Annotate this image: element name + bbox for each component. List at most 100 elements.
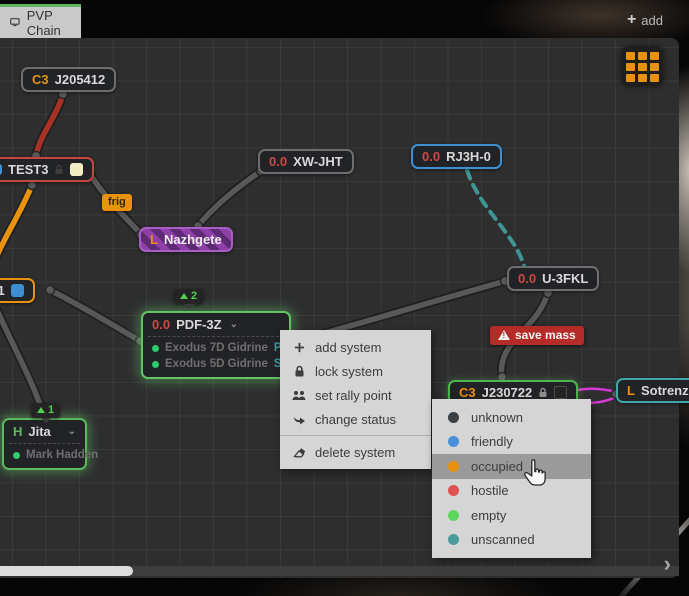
menu-item-label: delete system — [315, 445, 395, 460]
menu-item-change-status[interactable]: change status — [280, 407, 431, 431]
system-class: C3 — [32, 72, 49, 87]
system-node-j205412[interactable]: C3 J205412 — [21, 67, 116, 92]
security-status: 0.0 — [152, 317, 170, 332]
warning-icon — [498, 330, 510, 340]
system-class: H — [13, 424, 22, 439]
menu-divider — [280, 435, 431, 436]
system-name: TEST3 — [8, 162, 48, 177]
status-dot-icon — [448, 461, 459, 472]
system-node-u-3fkl[interactable]: 0.0 U-3FKL — [507, 266, 599, 291]
system-name: 801 — [0, 283, 5, 298]
save-mass-label: save mass — [515, 328, 576, 342]
monitor-icon — [10, 16, 20, 29]
plus-icon: + — [627, 11, 636, 29]
chevron-down-icon[interactable]: ⌄ — [230, 319, 238, 330]
system-name: PDF-3Z — [176, 317, 222, 332]
status-dot-icon — [448, 436, 459, 447]
security-status: 0.0 — [518, 271, 536, 286]
system-name: Sotrenz — [641, 383, 689, 398]
lock-icon — [538, 387, 548, 398]
add-map-button[interactable]: + add — [627, 11, 663, 29]
online-dot-icon — [152, 345, 159, 352]
system-name: J205412 — [55, 72, 106, 87]
lock-icon — [54, 164, 64, 175]
tab-label: PVP Chain — [27, 8, 71, 38]
pilot-row: Exodus 5D Gidrine Sabre — [152, 356, 280, 372]
status-label: hostile — [471, 483, 509, 498]
app-window: PVP Chain + add — [0, 0, 689, 596]
system-node-sotrenz[interactable]: L Sotrenz — [616, 378, 689, 403]
menu-item-label: lock system — [315, 364, 383, 379]
status-label: unknown — [471, 410, 523, 425]
system-class: L — [150, 232, 158, 247]
status-blue-icon — [11, 284, 24, 297]
menu-item-add-system[interactable]: add system — [280, 335, 431, 359]
system-name: RJ3H-0 — [446, 149, 491, 164]
pilot-row: Exodus 7D Gidrine Proteus — [152, 340, 280, 356]
horizontal-scrollbar[interactable] — [0, 566, 679, 576]
up-arrow-icon — [180, 293, 188, 299]
system-node-nazhgete[interactable]: L Nazhgete — [139, 227, 233, 252]
tab-pvp-chain[interactable]: PVP Chain — [0, 4, 81, 38]
pilot-name: Exodus 7D Gidrine — [165, 340, 268, 356]
system-name: Jita — [28, 424, 50, 439]
system-context-menu: add system lock system change status set… — [280, 330, 431, 469]
menu-item-delete-system[interactable]: delete system — [280, 440, 431, 464]
status-item-empty[interactable]: empty — [432, 503, 591, 528]
system-name: XW-JHT — [293, 154, 343, 169]
curved-arrow-icon — [292, 414, 306, 425]
add-label: add — [641, 13, 663, 28]
system-node-pdf-3z[interactable]: 0.0 PDF-3Z ⌄ Exodus 7D Gidrine Proteus E… — [141, 311, 291, 379]
menu-item-set-rally-point[interactable]: change status set rally point — [280, 383, 431, 407]
system-name: Nazhgete — [164, 232, 222, 247]
scrollbar-thumb[interactable] — [0, 566, 133, 576]
pilot-name: Mark Hadden — [26, 447, 98, 463]
frigate-hole-label: frig — [102, 194, 132, 211]
status-submenu: unknown friendly occupied hostile empty … — [432, 399, 591, 558]
system-node-xw-jht[interactable]: 0.0 XW-JHT — [258, 149, 354, 174]
menu-item-label: change status — [315, 412, 396, 427]
plus-icon — [292, 342, 306, 353]
system-node-rj3h-0[interactable]: 0.0 RJ3H-0 — [411, 144, 502, 169]
eraser-icon — [292, 447, 306, 458]
status-label: empty — [471, 508, 506, 523]
divider — [148, 336, 284, 337]
kills-badge: 2 — [174, 289, 203, 304]
status-dot-icon — [448, 510, 459, 521]
system-name: J230722 — [482, 385, 533, 400]
system-class: C3 — [459, 385, 476, 400]
online-dot-icon — [13, 452, 20, 459]
system-class: L — [627, 383, 635, 398]
status-item-friendly[interactable]: friendly — [432, 430, 591, 455]
status-item-hostile[interactable]: hostile — [432, 479, 591, 504]
up-arrow-icon — [37, 407, 45, 413]
note-icon — [70, 163, 83, 176]
online-dot-icon — [152, 361, 159, 368]
status-label: unscanned — [471, 532, 535, 547]
lock-icon — [292, 365, 306, 377]
system-node-test3[interactable]: TEST3 — [0, 157, 94, 182]
pilot-row: Mark Hadden — [13, 447, 76, 463]
menu-item-lock-system[interactable]: lock system — [280, 359, 431, 383]
status-item-occupied[interactable]: occupied — [432, 454, 591, 479]
divider — [9, 443, 80, 444]
status-dot-icon — [448, 485, 459, 496]
status-label: friendly — [471, 434, 513, 449]
map-overview-grid-button[interactable] — [622, 47, 663, 86]
status-dot-icon — [448, 534, 459, 545]
status-label: occupied — [471, 459, 523, 474]
menu-item-label: set rally point — [315, 388, 392, 403]
chevron-down-icon[interactable]: ⌄ — [68, 426, 76, 437]
pan-right-arrow[interactable]: › — [664, 557, 671, 571]
users-icon — [292, 390, 306, 401]
security-status: 0.0 — [269, 154, 287, 169]
security-status: 0.0 — [422, 149, 440, 164]
kills-badge: 1 — [31, 403, 60, 418]
status-item-unknown[interactable]: unknown — [432, 405, 591, 430]
system-node-jita[interactable]: H Jita ⌄ Mark Hadden — [2, 418, 87, 470]
kills-count: 2 — [191, 290, 197, 302]
save-mass-badge[interactable]: save mass — [490, 326, 584, 345]
system-node-801[interactable]: 801 — [0, 278, 35, 303]
status-blue-icon — [0, 164, 2, 175]
status-item-unscanned[interactable]: unscanned — [432, 528, 591, 553]
